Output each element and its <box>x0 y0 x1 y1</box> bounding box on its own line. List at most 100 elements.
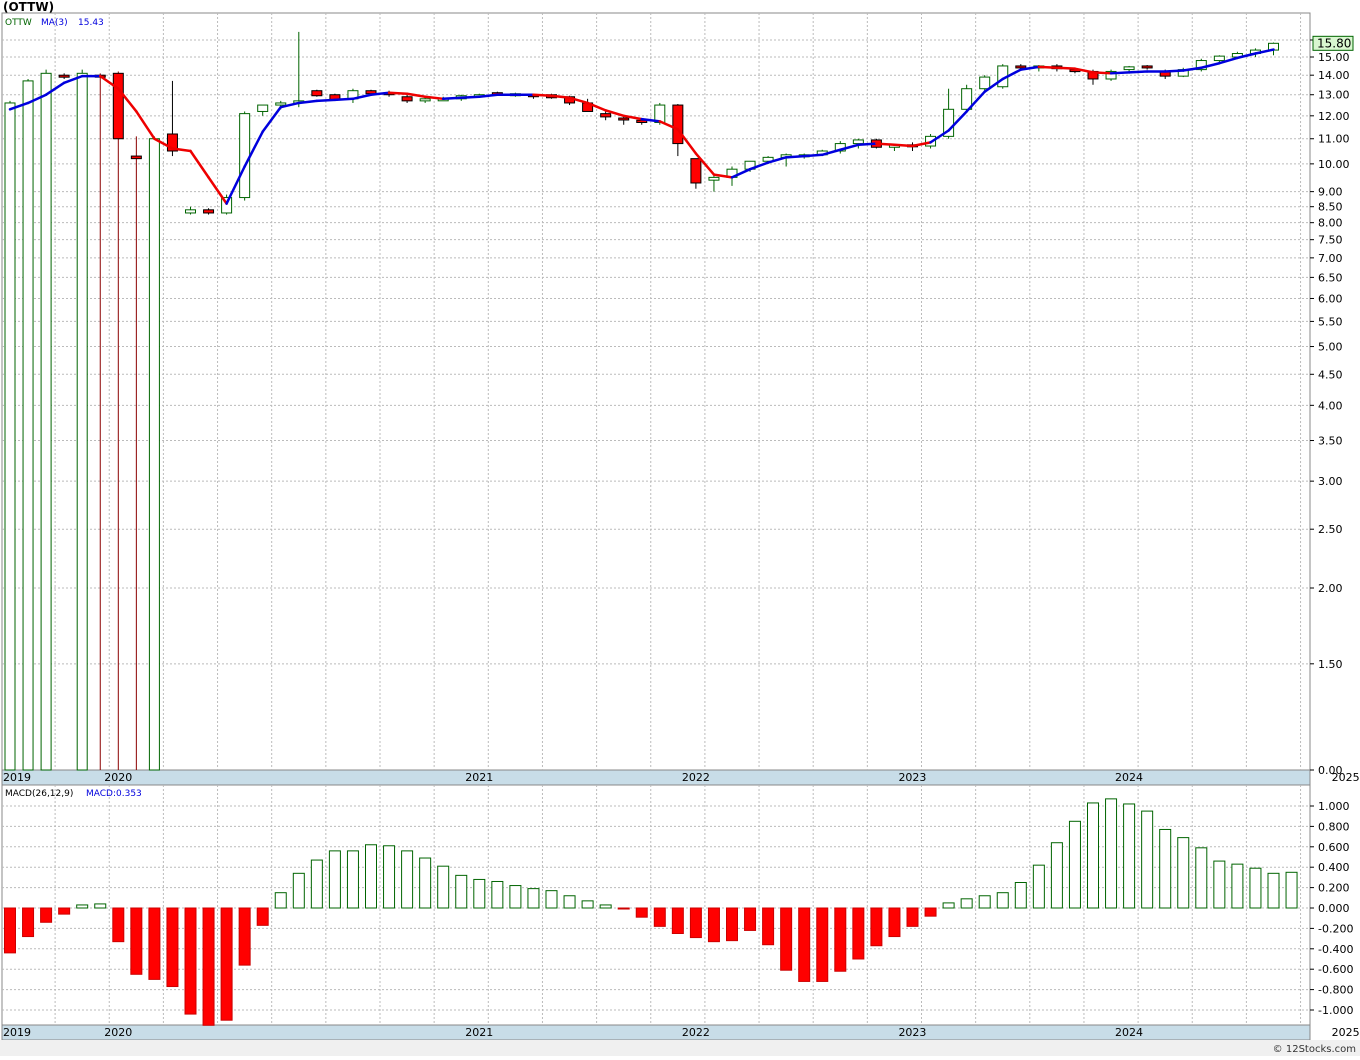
candle-body <box>311 90 323 97</box>
ma-legend-label: MA(3) <box>41 18 68 28</box>
candle-body <box>130 155 142 160</box>
macd-bar <box>942 902 955 909</box>
macd-bar <box>707 907 720 943</box>
macd-bar <box>437 865 450 909</box>
macd-x-tick-label: 2022 <box>682 1026 710 1039</box>
price-y-tick-label: 11.00 <box>1318 133 1350 146</box>
macd-y-tick-label: -0.800 <box>1318 984 1353 997</box>
price-y-tick-label: 7.50 <box>1318 234 1343 247</box>
last-price-label: 15.80 <box>1317 36 1351 50</box>
candle-body <box>1015 65 1027 69</box>
candle-body <box>148 138 160 771</box>
macd-y-tick-label: -0.600 <box>1318 963 1353 976</box>
macd-bar <box>383 845 396 909</box>
macd-y-tick-label: -0.400 <box>1318 943 1353 956</box>
candle-body <box>979 76 991 90</box>
price-x-tick-label: 2024 <box>1115 771 1143 784</box>
ma-line-segment <box>893 143 914 148</box>
macd-bar <box>1285 871 1298 909</box>
price-y-tick-label: 3.50 <box>1318 435 1343 448</box>
ma-line-segment <box>1163 69 1185 73</box>
macd-bar <box>798 907 811 982</box>
candle-body <box>76 72 88 771</box>
macd-bar <box>40 907 53 923</box>
price-y-tick-label: 9.00 <box>1318 186 1343 199</box>
macd-bar <box>653 907 666 927</box>
price-y-tick-label: 8.50 <box>1318 201 1343 214</box>
macd-bar <box>852 907 865 960</box>
macd-bar <box>401 850 414 909</box>
macd-bar <box>148 907 161 980</box>
price-y-tick-label: 5.00 <box>1318 341 1343 354</box>
ma-line-segment <box>784 154 806 159</box>
macd-bar <box>365 844 377 909</box>
ma-line-segment <box>333 97 355 102</box>
macd-bar <box>76 904 89 909</box>
price-y-tick-label: 6.00 <box>1318 292 1343 305</box>
macd-bar <box>256 907 269 926</box>
macd-bar <box>617 907 630 910</box>
price-x-tick-label: 2021 <box>465 771 493 784</box>
candle-body <box>1123 66 1135 71</box>
macd-bar <box>726 907 738 942</box>
macd-bar <box>1141 810 1154 909</box>
macd-bar <box>527 888 540 909</box>
ma-line-segment <box>532 93 553 97</box>
macd-bar <box>238 907 251 966</box>
price-y-tick-label: 10.00 <box>1318 158 1350 171</box>
ma-line-segment <box>1091 71 1113 75</box>
macd-x-tick-label: 2021 <box>465 1026 493 1039</box>
macd-bar <box>112 907 125 943</box>
candle-body <box>852 139 864 145</box>
macd-y-tick-label: -0.200 <box>1318 922 1353 935</box>
macd-bar <box>978 895 991 909</box>
price-y-tick-label: 4.50 <box>1318 368 1343 381</box>
candle-body <box>690 158 702 184</box>
macd-bar <box>1105 798 1118 909</box>
macd-bar <box>1032 864 1045 909</box>
price-y-tick-label: 2.00 <box>1318 582 1343 595</box>
macd-bar <box>581 900 594 909</box>
price-x-tick-label: 2023 <box>898 771 926 784</box>
price-y-tick-label: 1.50 <box>1318 658 1343 671</box>
candle-body <box>203 209 215 214</box>
footer-band <box>0 1040 1360 1056</box>
macd-bar <box>202 907 215 1026</box>
price-plot-area <box>1 12 1311 771</box>
candle-body <box>1141 65 1153 69</box>
macd-bar <box>509 885 522 909</box>
macd-bar <box>130 907 143 975</box>
macd-bar <box>220 907 233 1021</box>
price-y-tick-label: 8.00 <box>1318 217 1343 230</box>
price-symbol-label: OTTW <box>5 18 32 28</box>
macd-bar <box>1159 828 1172 909</box>
candle-body <box>600 113 612 118</box>
price-x-tick-label: 2020 <box>104 771 132 784</box>
candle-body <box>708 176 720 181</box>
macd-bar <box>888 907 901 938</box>
macd-bar <box>744 907 757 931</box>
macd-bar <box>635 907 648 918</box>
price-x-tick-label: 2025 <box>1332 771 1360 784</box>
price-y-tick-label: 6.50 <box>1318 271 1343 284</box>
macd-bar <box>455 874 468 909</box>
ma-line-segment <box>1055 66 1077 70</box>
macd-bar <box>834 907 847 972</box>
macd-bar <box>1213 860 1226 909</box>
macd-bar <box>274 892 287 909</box>
macd-bar <box>310 859 323 909</box>
ma-line-segment <box>441 96 463 101</box>
macd-bar <box>1249 867 1262 909</box>
macd-date-axis-band <box>1 1024 1311 1041</box>
macd-bar <box>1014 882 1027 909</box>
macd-bar <box>780 907 793 971</box>
candle-body <box>1213 55 1225 62</box>
price-chart: 16.0015.0014.0013.0012.0011.0010.009.008… <box>0 12 1360 1056</box>
macd-x-tick-label: 2019 <box>3 1026 31 1039</box>
macd-bar <box>996 892 1009 909</box>
macd-bar <box>419 857 432 909</box>
macd-bar <box>1231 863 1244 909</box>
ma-line-segment <box>875 142 896 147</box>
macd-bar <box>870 907 883 947</box>
macd-bar <box>94 903 107 909</box>
